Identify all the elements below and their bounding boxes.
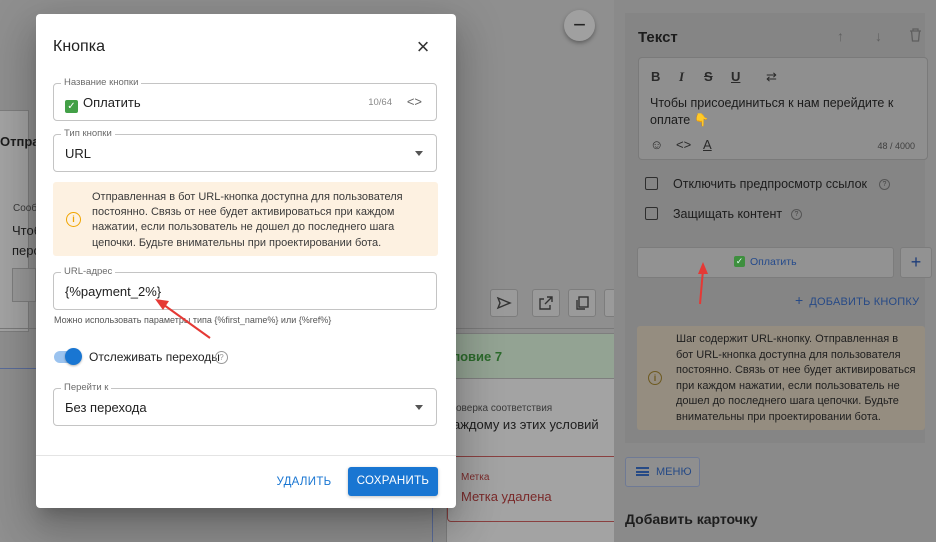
field-legend: Название кнопки [61, 77, 142, 88]
track-switch-knob[interactable] [65, 348, 82, 365]
url-warning: i Шаг содержит URL-кнопку. Отправленная … [637, 326, 925, 430]
char-counter: 48 / 4000 [877, 141, 915, 151]
help-icon[interactable]: ? [879, 179, 890, 190]
url-hint: Можно использовать параметры типа {%firs… [54, 315, 332, 325]
info-icon: i [66, 212, 81, 227]
open-external-button[interactable] [532, 289, 560, 317]
bold-icon[interactable]: B [651, 69, 660, 84]
help-icon[interactable]: ? [791, 209, 802, 220]
disable-preview-checkbox[interactable] [645, 177, 658, 190]
delete-icon[interactable] [909, 28, 922, 45]
emoji-icon[interactable]: ☺ [650, 137, 663, 152]
field-legend: Перейти к [61, 382, 112, 393]
protect-content-label: Защищать контент [673, 207, 783, 221]
button-name-value[interactable]: ✓ Оплатить [65, 95, 141, 113]
button-name-field[interactable]: Название кнопки ✓ Оплатить 10/64 <> [53, 77, 437, 121]
message-node-inner [12, 268, 36, 302]
close-icon[interactable]: × [413, 36, 433, 58]
add-button-plus[interactable]: + [900, 247, 932, 278]
url-warning-text: Шаг содержит URL-кнопку. Отправленная в … [676, 333, 916, 423]
underline-icon[interactable]: U [731, 69, 740, 84]
tag-label: Метка [461, 472, 490, 483]
check-value: аждому из этих условий [453, 417, 599, 432]
copy-button[interactable] [568, 289, 596, 317]
delete-button[interactable]: УДАЛИТЬ [272, 468, 336, 496]
copy-icon [576, 296, 589, 310]
menu-label: МЕНЮ [656, 466, 692, 478]
goto-select[interactable]: Перейти к Без перехода [53, 382, 437, 426]
step-title: Текст [638, 29, 678, 46]
goto-value: Без перехода [65, 400, 147, 415]
payment-button-preview[interactable]: ✓ Оплатить [637, 247, 894, 278]
alert-text: Отправленная в бот URL-кнопка доступна д… [92, 191, 403, 249]
button-dialog: Кнопка × Название кнопки ✓ Оплатить 10/64… [36, 14, 456, 508]
protect-content-checkbox[interactable] [645, 207, 658, 220]
condition-title: ловие 7 [452, 349, 503, 364]
track-switch-label: Отслеживать переходы [89, 350, 220, 364]
code-icon[interactable]: <> [407, 94, 422, 109]
more-button[interactable] [604, 289, 614, 317]
help-icon[interactable]: ? [215, 351, 228, 364]
add-card-heading: Добавить карточку [625, 511, 758, 527]
strikethrough-icon[interactable]: S [704, 69, 713, 84]
send-button[interactable] [490, 289, 518, 317]
url-value[interactable]: {%payment_2%} [65, 284, 161, 299]
dropdown-arrow-icon [415, 151, 423, 156]
button-name-text: Оплатить [83, 95, 141, 110]
url-button-alert: i Отправленная в бот URL-кнопка доступна… [53, 182, 438, 256]
add-button-link[interactable]: + ДОБАВИТЬ КНОПКУ [795, 292, 919, 308]
field-legend: URL-адрес [61, 266, 116, 277]
tag-value: Метка удалена [461, 489, 552, 504]
link-icon[interactable]: ⇄ [766, 69, 777, 85]
check-label: оверка соответствия [456, 403, 553, 414]
send-icon [496, 296, 512, 310]
check-icon: ✓ [734, 256, 745, 267]
payment-button-label: Оплатить [750, 256, 797, 268]
save-button[interactable]: СОХРАНИТЬ [348, 467, 438, 496]
add-button-label: ДОБАВИТЬ КНОПКУ [809, 296, 920, 308]
message-node-label: Сооб [13, 203, 38, 214]
step-editor-panel: Текст ↑ ↓ B I S U ⇄ Чтобы присоединиться… [614, 0, 936, 542]
button-type-value: URL [65, 146, 92, 161]
dialog-title: Кнопка [53, 38, 105, 55]
message-node-header: Отпра [0, 134, 40, 149]
move-down-icon[interactable]: ↓ [875, 28, 882, 44]
menu-icon [636, 467, 649, 476]
check-icon: ✓ [65, 100, 78, 113]
button-type-select[interactable]: Тип кнопки URL [53, 128, 437, 172]
text-editor[interactable]: B I S U ⇄ Чтобы присоединиться к нам пер… [638, 57, 928, 160]
info-icon: i [648, 371, 662, 385]
open-external-icon [539, 296, 553, 310]
editor-content[interactable]: Чтобы присоединиться к нам перейдите к о… [650, 95, 910, 129]
disable-preview-label: Отключить предпросмотр ссылок [673, 177, 868, 191]
dialog-divider [36, 455, 456, 456]
plus-icon: + [795, 292, 804, 308]
code-icon[interactable]: <> [676, 137, 691, 152]
field-legend: Тип кнопки [61, 128, 115, 139]
text-color-icon[interactable]: A [703, 137, 712, 152]
char-counter: 10/64 [368, 97, 392, 108]
italic-icon[interactable]: I [679, 69, 684, 85]
move-up-icon[interactable]: ↑ [837, 28, 844, 44]
url-field[interactable]: URL-адрес {%payment_2%} [53, 266, 437, 310]
zoom-out-button[interactable]: − [564, 10, 595, 41]
dropdown-arrow-icon [415, 405, 423, 410]
menu-button[interactable]: МЕНЮ [625, 457, 700, 487]
